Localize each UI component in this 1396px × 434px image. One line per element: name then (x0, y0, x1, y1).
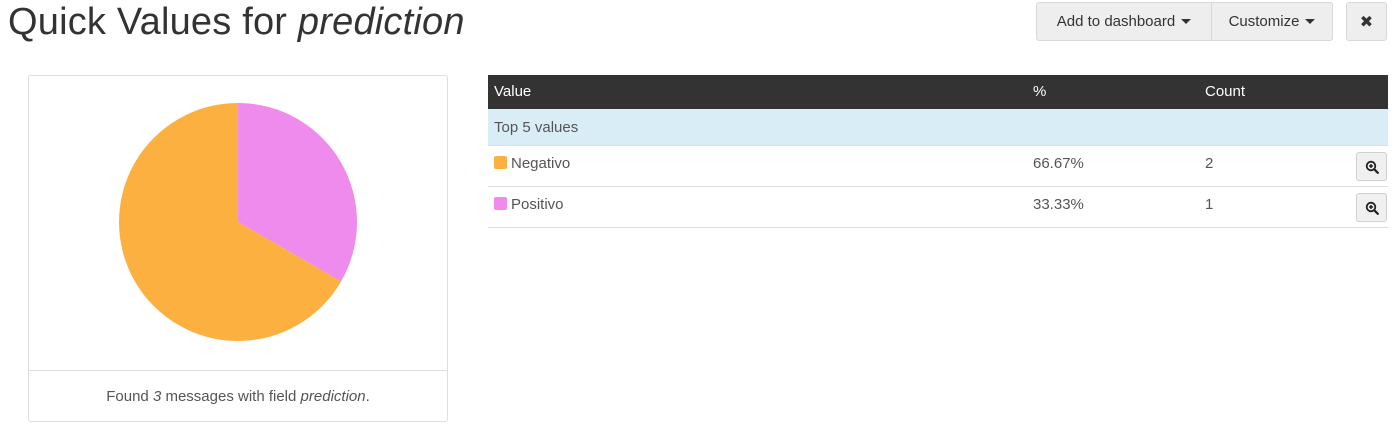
row-label: Positivo (511, 196, 564, 213)
row-percent: 33.33% (1033, 196, 1084, 213)
pie-chart-panel: Found 3 messages with field prediction. (28, 75, 448, 422)
zoom-in-button[interactable] (1356, 152, 1387, 181)
title-field: prediction (297, 1, 465, 43)
table-header: Value % Count (488, 75, 1388, 109)
title-prefix: Quick Values for (8, 1, 298, 43)
row-label: Negativo (511, 155, 571, 172)
footer-middle: messages with field (165, 387, 297, 405)
row-percent: 66.67% (1033, 155, 1084, 172)
pie-chart (119, 103, 357, 341)
add-to-dashboard-label: Add to dashboard (1056, 13, 1176, 30)
legend-swatch (494, 197, 507, 210)
quick-values-table: Value % Count Top 5 values Negativo 66.6… (488, 75, 1388, 228)
header-percent: % (1033, 83, 1047, 100)
zoom-in-button[interactable] (1356, 193, 1387, 222)
legend-swatch (494, 156, 507, 169)
add-to-dashboard-button[interactable]: Add to dashboard (1036, 2, 1212, 41)
table-row: Negativo 66.67% 2 (488, 146, 1388, 187)
caret-down-icon (1181, 19, 1192, 24)
header-value: Value (494, 83, 532, 100)
row-count: 2 (1205, 155, 1214, 172)
footer-count: 3 (152, 387, 162, 405)
zoom-in-icon (1365, 160, 1379, 174)
header-count: Count (1205, 83, 1246, 100)
footer-suffix: . (365, 387, 370, 405)
chart-footer: Found 3 messages with field prediction. (29, 370, 447, 421)
footer-prefix: Found (106, 387, 149, 405)
customize-label: Customize (1228, 13, 1300, 30)
group-row: Top 5 values (488, 109, 1388, 146)
customize-button[interactable]: Customize (1211, 2, 1333, 41)
footer-field: prediction (300, 387, 366, 405)
page-title: Quick Values for prediction (8, 0, 465, 44)
close-icon: ✖ (1359, 13, 1374, 31)
row-count: 1 (1205, 196, 1214, 213)
table-row: Positivo 33.33% 1 (488, 187, 1388, 228)
caret-down-icon (1305, 19, 1316, 24)
group-label: Top 5 values (494, 119, 579, 136)
zoom-in-icon (1365, 201, 1379, 215)
close-button[interactable]: ✖ (1346, 2, 1387, 41)
